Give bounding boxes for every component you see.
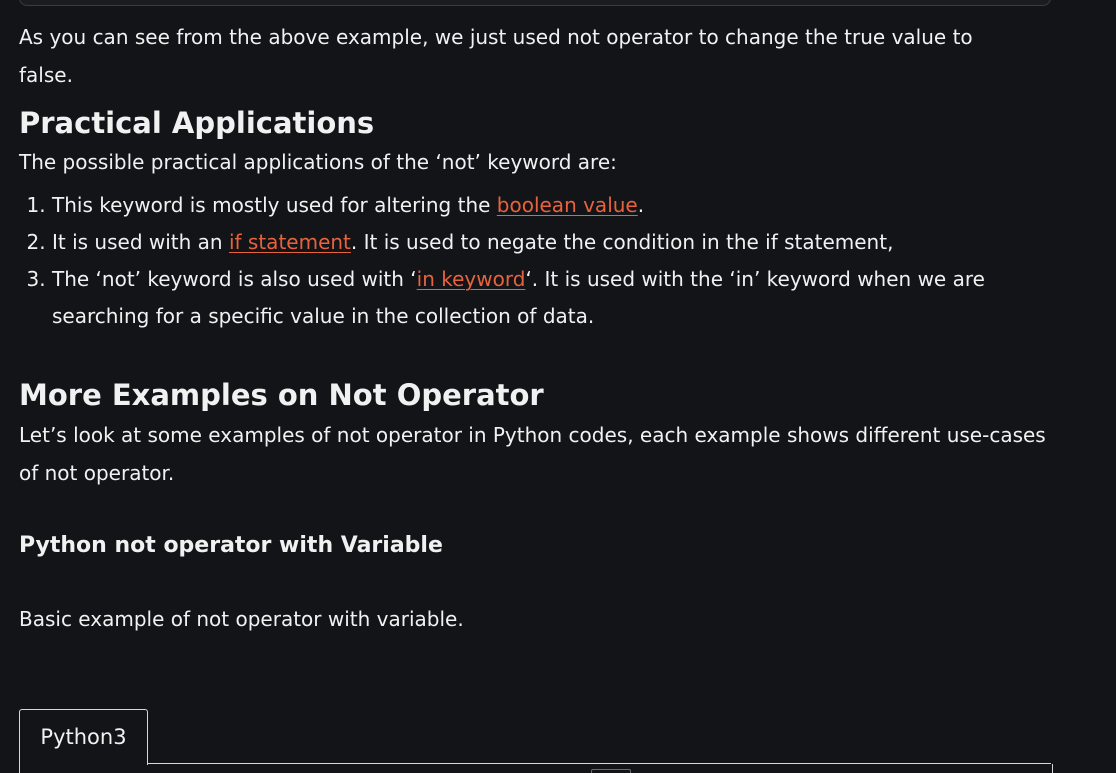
- toolbar-button-edge: [591, 769, 631, 773]
- practical-applications-intro: The possible practical applications of t…: [19, 150, 617, 174]
- list-item-text-before: This keyword is mostly used for altering…: [52, 193, 497, 217]
- list-item-text-after: .: [637, 193, 645, 217]
- more-examples-intro: Let’s look at some examples of not opera…: [19, 423, 1046, 485]
- list-item-text-before: The ‘not’ keyword is also used with ‘: [52, 267, 417, 291]
- variable-section-intro: Basic example of not operator with varia…: [19, 607, 464, 631]
- list-item-text-after: . It is used to negate the condition in …: [350, 230, 894, 254]
- practical-applications-list: This keyword is mostly used for altering…: [19, 187, 1062, 335]
- list-item: It is used with an if statement. It is u…: [52, 224, 1062, 261]
- previous-code-block-edge: [19, 0, 1051, 6]
- boolean-value-link[interactable]: boolean value: [497, 193, 638, 217]
- list-item: The ‘not’ keyword is also used with ‘in …: [52, 261, 1062, 335]
- variable-section-heading: Python not operator with Variable: [19, 533, 443, 558]
- if-statement-link[interactable]: if statement: [229, 230, 351, 254]
- code-area: [19, 764, 1053, 773]
- tab-python3[interactable]: Python3: [19, 709, 148, 765]
- article-content: As you can see from the above example, w…: [19, 18, 1079, 638]
- article-page: As you can see from the above example, w…: [0, 0, 1116, 773]
- list-item-text-before: It is used with an: [52, 230, 229, 254]
- practical-applications-heading: Practical Applications: [19, 106, 375, 140]
- code-block: Python3: [19, 709, 1053, 773]
- in-keyword-link[interactable]: in keyword: [417, 267, 526, 291]
- list-item: This keyword is mostly used for altering…: [52, 187, 1062, 224]
- more-examples-heading: More Examples on Not Operator: [19, 378, 544, 412]
- intro-paragraph: As you can see from the above example, w…: [19, 25, 973, 87]
